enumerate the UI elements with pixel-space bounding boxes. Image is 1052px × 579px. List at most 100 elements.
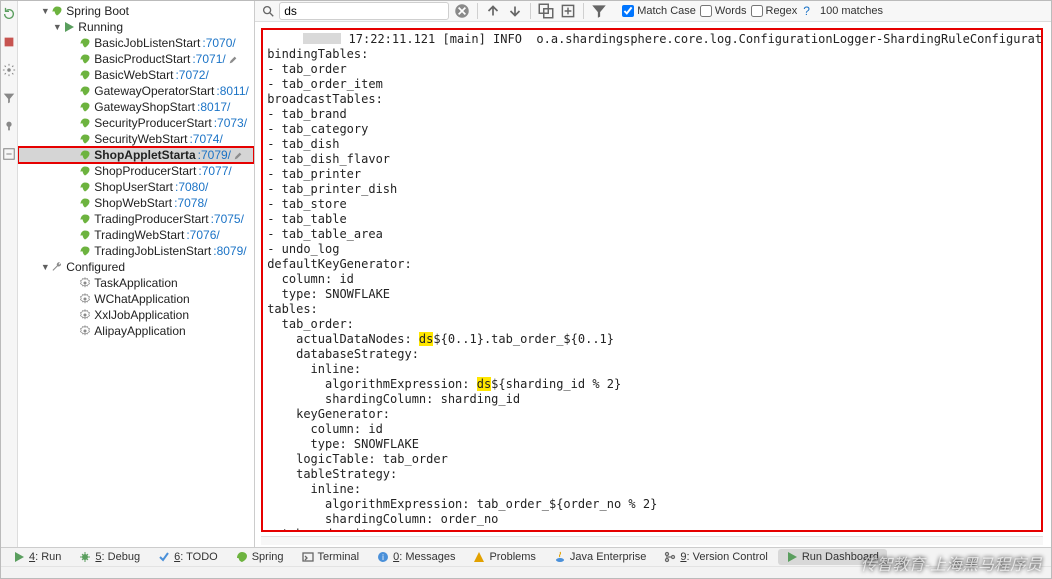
add-selection-icon[interactable] [559, 2, 577, 20]
horizontal-scrollbar[interactable] [261, 536, 1043, 545]
running-icon [63, 21, 75, 33]
tree-run-item[interactable]: BasicProductStart:7071/ [18, 51, 254, 67]
tree-item-port[interactable]: :7070/ [202, 36, 235, 50]
tool-tab-spring[interactable]: Spring [228, 549, 292, 565]
expand-icon[interactable]: ▼ [52, 22, 62, 32]
log-line: actualDataNodes: ds${0..1}.tab_order_${0… [267, 332, 1037, 347]
tree-config-item[interactable]: TaskApplication [18, 275, 254, 291]
tree-item-port[interactable]: :7073/ [214, 116, 247, 130]
tree-run-item[interactable]: ShopUserStart:7080/ [18, 179, 254, 195]
console-output[interactable]: 17:22:11.121 [main] INFO o.a.shardingsph… [261, 28, 1043, 533]
tool-tab-4-run[interactable]: 4: Run [5, 549, 69, 565]
tool-tab-0-messages[interactable]: i0: Messages [369, 549, 463, 565]
tool-tab-label: Terminal [318, 551, 360, 563]
separator [530, 3, 531, 19]
log-line: - tab_table_area [267, 227, 1037, 242]
log-line: keyGenerator: [267, 407, 1037, 422]
term-icon [302, 551, 314, 563]
run-dashboard-tree[interactable]: ▼Spring Boot▼RunningBasicJobListenStart:… [18, 1, 255, 547]
log-line: - tab_dish_flavor [267, 152, 1037, 167]
log-line: tableStrategy: [267, 467, 1037, 482]
tool-tab-terminal[interactable]: Terminal [294, 549, 368, 565]
tree-item-port[interactable]: :7079/ [198, 148, 231, 162]
tool-tab-problems[interactable]: Problems [465, 549, 543, 565]
log-line: - tab_store [267, 197, 1037, 212]
regex-help-icon[interactable]: ? [803, 4, 810, 18]
tree-item-label: TradingProducerStart [94, 212, 208, 226]
tree-config-item[interactable]: WChatApplication [18, 291, 254, 307]
collapse-icon[interactable] [2, 147, 16, 161]
words-checkbox[interactable]: Words [700, 5, 747, 17]
pin-icon[interactable] [2, 119, 16, 133]
warn-icon [473, 551, 485, 563]
tree-run-item[interactable]: GatewayOperatorStart:8011/ [18, 83, 254, 99]
log-line: tab_order_item: [267, 527, 1037, 533]
tree-item-label: ShopUserStart [94, 180, 173, 194]
tree-run-item[interactable]: BasicJobListenStart:7070/ [18, 35, 254, 51]
tree-item-label: TradingJobListenStart [94, 244, 211, 258]
tree-item-port[interactable]: :8017/ [197, 100, 230, 114]
tree-configured[interactable]: ▼Configured [18, 259, 254, 275]
log-line: - tab_dish [267, 137, 1037, 152]
settings-icon[interactable] [2, 63, 16, 77]
tool-tab-9-version-control[interactable]: 9: Version Control [656, 549, 775, 565]
tool-tab-6-todo[interactable]: 6: TODO [150, 549, 226, 565]
tree-item-port[interactable]: :7072/ [175, 68, 208, 82]
stop-icon[interactable] [2, 35, 16, 49]
tree-config-item[interactable]: AlipayApplication [18, 323, 254, 339]
tree-item-port[interactable]: :8079/ [213, 244, 246, 258]
tree-item-port[interactable]: :7074/ [189, 132, 222, 146]
match-case-checkbox[interactable]: Match Case [622, 5, 696, 17]
tree-config-item[interactable]: XxlJobApplication [18, 307, 254, 323]
tree-run-item[interactable]: TradingWebStart:7076/ [18, 227, 254, 243]
tree-run-item[interactable]: GatewayShopStart:8017/ [18, 99, 254, 115]
play-icon [13, 551, 25, 563]
match-count: 100 matches [820, 5, 883, 17]
left-gutter [1, 1, 18, 547]
tool-tab-run-dashboard[interactable]: Run Dashboard [778, 549, 887, 565]
tree-item-port[interactable]: :7075/ [211, 212, 244, 226]
tree-running[interactable]: ▼Running [18, 19, 254, 35]
tool-tab-label: Spring [252, 551, 284, 563]
tool-tab-5-debug[interactable]: 5: Debug [71, 549, 148, 565]
tree-root[interactable]: ▼Spring Boot [18, 3, 254, 19]
spring-leaf-icon [79, 101, 91, 113]
select-all-icon[interactable] [537, 2, 555, 20]
tool-tab-java-enterprise[interactable]: Java Enterprise [546, 549, 654, 565]
tree-item-port[interactable]: :7078/ [174, 196, 207, 210]
tree-item-port[interactable]: :8011/ [216, 84, 248, 98]
expand-icon[interactable]: ▼ [40, 262, 50, 272]
tree-item-port[interactable]: :7071/ [192, 52, 225, 66]
tree-run-item[interactable]: ShopAppletStarta:7079/ [18, 147, 254, 163]
tree-item-port[interactable]: :7076/ [186, 228, 219, 242]
spring-leaf-icon [79, 133, 91, 145]
prev-match-icon[interactable] [484, 2, 502, 20]
tree-item-port[interactable]: :7080/ [175, 180, 208, 194]
app-root: ▼Spring Boot▼RunningBasicJobListenStart:… [0, 0, 1052, 579]
log-line: type: SNOWFLAKE [267, 287, 1037, 302]
next-match-icon[interactable] [506, 2, 524, 20]
tree-run-item[interactable]: TradingJobListenStart:8079/ [18, 243, 254, 259]
tree-item-label: SecurityProducerStart [94, 116, 211, 130]
search-highlight: ds [477, 377, 491, 391]
tree-item-port[interactable]: :7077/ [198, 164, 231, 178]
regex-checkbox[interactable]: Regex [751, 5, 798, 17]
search-bar: Match Case Words Regex ? 100 matches [255, 1, 1051, 22]
tree-item-label: ShopWebStart [94, 196, 172, 210]
log-line: inline: [267, 482, 1037, 497]
tree-run-item[interactable]: SecurityWebStart:7074/ [18, 131, 254, 147]
rerun-icon[interactable] [2, 7, 16, 21]
log-line: defaultKeyGenerator: [267, 257, 1037, 272]
search-input[interactable] [279, 2, 449, 20]
filter-search-icon[interactable] [590, 2, 608, 20]
tree-item-label: GatewayShopStart [94, 100, 195, 114]
expand-icon[interactable]: ▼ [40, 6, 50, 16]
tree-run-item[interactable]: ShopProducerStart:7077/ [18, 163, 254, 179]
tree-run-item[interactable]: ShopWebStart:7078/ [18, 195, 254, 211]
tree-run-item[interactable]: BasicWebStart:7072/ [18, 67, 254, 83]
tree-run-item[interactable]: TradingProducerStart:7075/ [18, 211, 254, 227]
tree-run-item[interactable]: SecurityProducerStart:7073/ [18, 115, 254, 131]
filter-icon[interactable] [2, 91, 16, 105]
tree-item-label: ShopAppletStarta [94, 148, 195, 162]
search-clear-icon[interactable] [453, 2, 471, 20]
